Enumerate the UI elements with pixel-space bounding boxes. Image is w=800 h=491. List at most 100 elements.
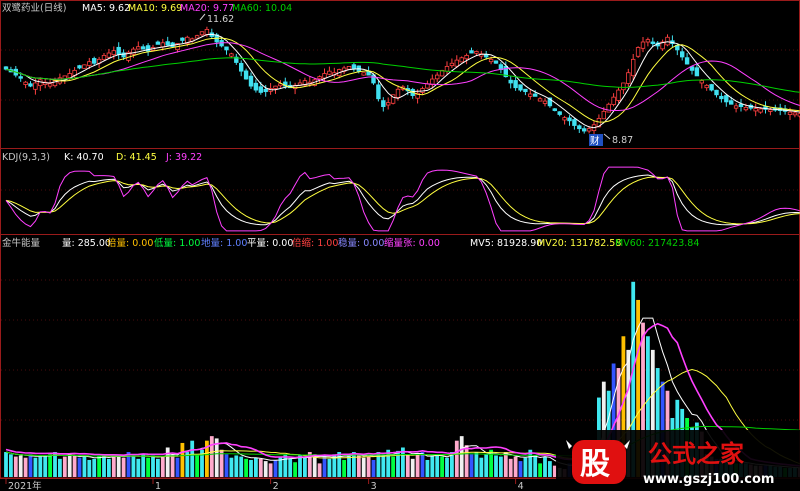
volume-bar	[445, 457, 449, 477]
candle-body	[459, 57, 464, 63]
candle-body	[47, 83, 53, 87]
volume-bar	[420, 452, 425, 477]
candle-body	[626, 72, 631, 84]
volume-bar	[263, 461, 268, 477]
volume-bar	[190, 440, 195, 477]
volume-bar	[13, 456, 18, 477]
candle-body	[165, 41, 170, 46]
candle-body	[665, 36, 670, 46]
volume-bar	[484, 454, 489, 477]
volume-bar	[229, 457, 234, 477]
x-axis-tick-label: 2021年	[8, 480, 42, 491]
volume-bar	[347, 455, 351, 477]
candle-body	[194, 35, 200, 39]
candle-body	[229, 53, 234, 57]
volume-bar	[288, 458, 293, 477]
volume-bar	[234, 455, 239, 477]
volume-bar	[352, 452, 356, 477]
candle-body	[523, 88, 528, 93]
candle-body	[140, 46, 146, 50]
candle-body	[454, 59, 459, 67]
volume-bar	[273, 459, 278, 477]
candle-body	[28, 83, 33, 87]
volume-bar	[474, 452, 479, 477]
candle-body	[528, 93, 533, 97]
candle-body	[38, 79, 43, 87]
candle-body	[18, 76, 23, 79]
candle-body	[493, 60, 499, 64]
candle-body	[3, 66, 9, 70]
candle-body	[694, 67, 700, 77]
volume-bar	[43, 455, 48, 477]
candle-body	[469, 50, 474, 54]
volume-bar	[116, 455, 121, 477]
volume-bar	[322, 455, 327, 477]
candle-body	[606, 103, 611, 113]
volume-bar	[469, 454, 474, 477]
volume-bar	[62, 456, 67, 477]
candle	[493, 60, 499, 64]
candle-body	[273, 85, 278, 89]
low-annotation: 8.87 财	[589, 133, 633, 147]
volume-bar	[82, 456, 87, 477]
candle-body	[621, 82, 626, 91]
volume-bar	[107, 458, 111, 477]
candle-body	[635, 47, 641, 57]
volume-bar	[503, 452, 508, 477]
x-axis-tick-label: 1	[155, 481, 161, 491]
volume-bar	[459, 436, 464, 477]
candle-body	[645, 39, 651, 43]
volume-bar	[366, 456, 371, 477]
candle-body	[758, 108, 763, 113]
volume-bar	[111, 456, 116, 477]
kdj-j-label: J: 39.22	[165, 152, 202, 163]
candle-body	[616, 89, 621, 101]
candle-body	[582, 128, 587, 132]
candle-body	[346, 66, 352, 70]
candle-body	[33, 82, 38, 90]
candle-body	[376, 84, 381, 100]
volume-bar	[151, 455, 155, 477]
volume-bar	[136, 458, 141, 477]
volume-bar	[160, 456, 165, 477]
candle-body	[87, 61, 92, 66]
candle-body	[101, 54, 107, 61]
candle-body	[631, 58, 636, 77]
volume-bar	[337, 452, 342, 477]
volume-bar	[141, 454, 146, 477]
volume-bar	[303, 457, 307, 477]
candle-body	[733, 105, 739, 109]
candle	[82, 64, 87, 69]
candle-body	[787, 111, 793, 115]
candle-body	[317, 76, 322, 80]
candle-body	[82, 64, 87, 69]
candle-body	[537, 98, 543, 102]
candle-body	[92, 58, 97, 64]
volume-bar	[195, 455, 199, 477]
candle-body	[768, 109, 773, 112]
volume-bar	[405, 455, 410, 477]
low-label: 8.87	[612, 135, 633, 146]
volume-bar	[48, 454, 52, 477]
candle-body	[160, 42, 165, 48]
candle-body	[533, 93, 538, 97]
candle-body	[542, 100, 548, 104]
stock-chart: 11.62 8.87 财 双鹭药业(日线) MA5: 9.62 MA10: 9.…	[0, 0, 800, 491]
candle-body	[327, 70, 332, 75]
ma10-label: MA10: 9.69	[128, 3, 182, 14]
volume-bar	[23, 457, 28, 477]
vol-diliang: 低量: 1.00	[154, 237, 200, 249]
volume-bar	[175, 457, 180, 477]
candle	[361, 72, 366, 76]
volume-bar	[425, 459, 430, 477]
volume-bar	[67, 454, 72, 477]
candle-body	[464, 54, 469, 60]
volume-bar	[180, 442, 185, 477]
volume-bar	[415, 454, 420, 477]
kdj-d-label: D: 41.45	[116, 152, 157, 163]
candle-body	[444, 66, 450, 72]
volume-bar	[479, 457, 484, 477]
volume-bar	[165, 447, 170, 477]
price-header: 双鹭药业(日线) MA5: 9.62 MA10: 9.69 MA20: 9.77…	[2, 2, 292, 14]
volume-bar	[494, 455, 498, 477]
